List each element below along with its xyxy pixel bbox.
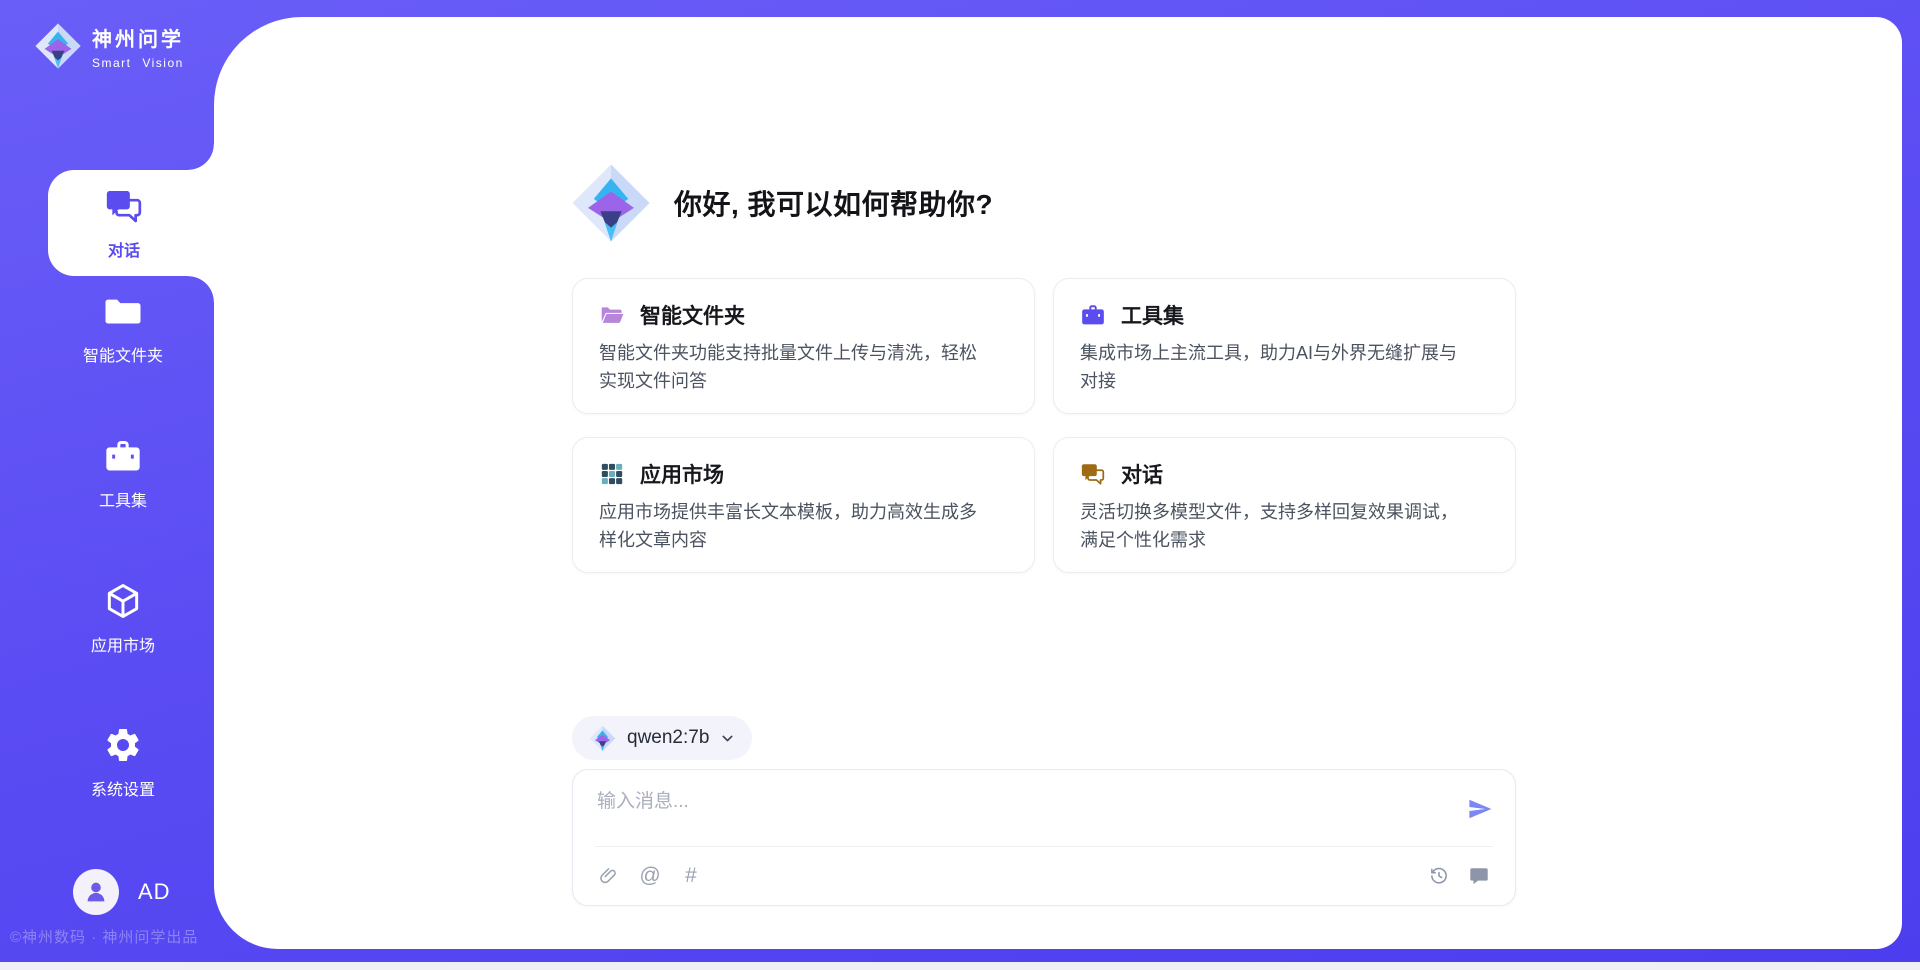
composer: @ #	[572, 769, 1516, 906]
card-toolbox[interactable]: 工具集 集成市场上主流工具，助力AI与外界无缝扩展与对接	[1053, 278, 1516, 414]
message-input[interactable]	[597, 786, 1435, 838]
avatar	[73, 869, 119, 915]
grid-icon	[599, 461, 625, 487]
user-chip[interactable]: AD	[73, 869, 171, 915]
sidebar-item-label: 对话	[108, 237, 140, 261]
brand-logo-icon	[34, 22, 82, 70]
copyright-text: ©神州数码 · 神州问学出品	[10, 926, 198, 947]
chat-bubbles-icon	[104, 186, 144, 226]
brand[interactable]: 神州问学 Smart Vision	[34, 22, 184, 70]
history-button[interactable]	[1427, 864, 1451, 888]
composer-divider	[595, 846, 1493, 847]
brand-name: 神州问学	[92, 23, 184, 52]
card-title: 智能文件夹	[640, 300, 745, 330]
chat-bubbles-icon	[1080, 461, 1106, 487]
quick-chat-button[interactable]	[1467, 864, 1491, 888]
greeting-logo-icon	[570, 162, 652, 244]
mention-button[interactable]: @	[638, 864, 662, 888]
model-name: qwen2:7b	[627, 727, 709, 749]
feature-cards: 智能文件夹 智能文件夹功能支持批量文件上传与清洗，轻松实现文件问答 工具集 集成…	[572, 278, 1516, 573]
brand-tagline: Smart Vision	[92, 56, 184, 70]
paperclip-icon	[598, 865, 620, 887]
user-initials: AD	[138, 879, 171, 905]
gear-icon	[103, 725, 143, 765]
folder-open-icon	[599, 302, 625, 328]
sidebar-item-label: 应用市场	[91, 632, 155, 656]
sidebar-item-app-market[interactable]: 应用市场	[40, 570, 206, 666]
chevron-down-icon	[720, 731, 735, 746]
card-desc: 应用市场提供丰富长文本模板，助力高效生成多样化文章内容	[599, 498, 991, 554]
greeting-title: 你好, 我可以如何帮助你?	[674, 183, 993, 223]
card-desc: 灵活切换多模型文件，支持多样回复效果调试，满足个性化需求	[1080, 498, 1472, 554]
sidebar-item-label: 工具集	[99, 487, 147, 511]
briefcase-icon	[1080, 302, 1106, 328]
card-title: 应用市场	[640, 459, 724, 489]
card-desc: 智能文件夹功能支持批量文件上传与清洗，轻松实现文件问答	[599, 339, 991, 395]
card-chat[interactable]: 对话 灵活切换多模型文件，支持多样回复效果调试，满足个性化需求	[1053, 437, 1516, 573]
hash-icon: #	[685, 864, 697, 888]
sidebar-item-chat[interactable]: 对话	[48, 170, 214, 276]
hash-button[interactable]: #	[679, 864, 703, 888]
history-icon	[1428, 865, 1450, 887]
toolbox-icon	[103, 436, 143, 476]
sidebar-item-settings[interactable]: 系统设置	[40, 714, 206, 810]
card-title: 工具集	[1121, 300, 1184, 330]
folder-icon	[103, 291, 143, 331]
at-icon: @	[639, 864, 660, 888]
cube-icon	[103, 581, 143, 621]
send-button[interactable]	[1467, 796, 1493, 822]
sidebar: 神州问学 Smart Vision 对话 智能文件夹 工具集 应用市场 系统设置	[0, 0, 214, 970]
window-bottom-strip	[0, 962, 1920, 970]
sidebar-item-label: 系统设置	[91, 776, 155, 800]
model-logo-icon	[589, 725, 616, 752]
sidebar-item-toolbox[interactable]: 工具集	[40, 425, 206, 521]
sidebar-item-label: 智能文件夹	[83, 342, 163, 366]
card-title: 对话	[1121, 459, 1163, 489]
send-plane-icon	[1467, 796, 1493, 822]
sidebar-item-smart-folder[interactable]: 智能文件夹	[40, 280, 206, 376]
greeting: 你好, 我可以如何帮助你?	[570, 162, 993, 244]
chat-bubble-icon	[1468, 865, 1490, 887]
card-app-market[interactable]: 应用市场 应用市场提供丰富长文本模板，助力高效生成多样化文章内容	[572, 437, 1035, 573]
card-desc: 集成市场上主流工具，助力AI与外界无缝扩展与对接	[1080, 339, 1472, 395]
attach-button[interactable]	[597, 864, 621, 888]
card-smart-folder[interactable]: 智能文件夹 智能文件夹功能支持批量文件上传与清洗，轻松实现文件问答	[572, 278, 1035, 414]
model-selector[interactable]: qwen2:7b	[572, 716, 752, 760]
